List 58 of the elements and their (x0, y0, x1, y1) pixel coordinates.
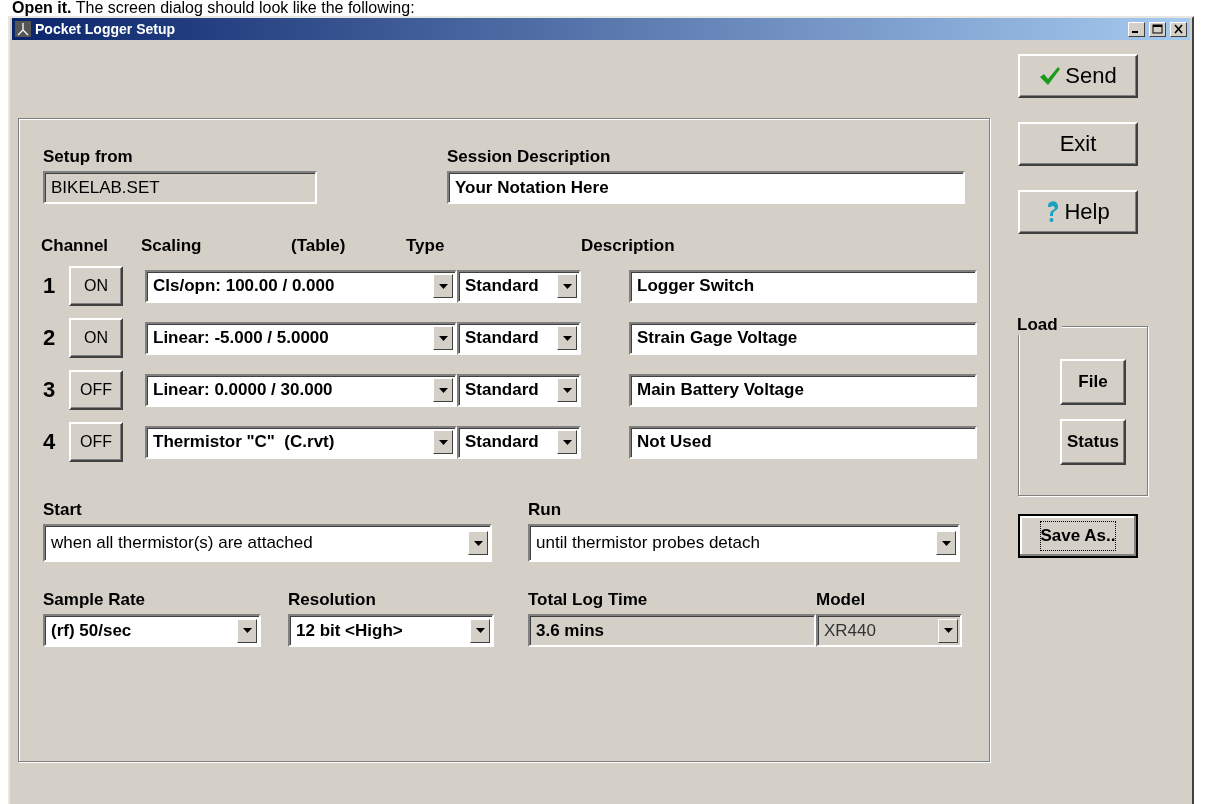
channel-toggle-button[interactable]: ON (69, 318, 123, 358)
group-label: Load (1017, 315, 1062, 335)
channel-description-field[interactable]: Strain Gage Voltage (629, 321, 977, 355)
channel-toggle-button[interactable]: ON (69, 266, 123, 306)
minimize-button[interactable] (1128, 21, 1145, 37)
app-icon (15, 21, 31, 37)
field-label: Total Log Time (528, 590, 649, 610)
field-label: Start (43, 500, 83, 520)
column-header: Scaling (141, 236, 203, 256)
field-label: Sample Rate (43, 590, 147, 610)
column-header: (Table) (291, 236, 347, 256)
setup-file-field: BIKELAB.SET (43, 171, 317, 204)
total-log-time-field: 3.6 mins (528, 614, 816, 647)
column-header: Channel (41, 236, 110, 256)
field-label: Setup from (43, 147, 134, 167)
load-button[interactable]: Status (1060, 419, 1126, 465)
channel-number: 1 (43, 273, 57, 299)
exit-button[interactable]: Exit (1018, 122, 1138, 166)
channel-description-field[interactable]: Not Used (629, 425, 977, 459)
close-button[interactable] (1170, 21, 1187, 37)
column-header: Type (406, 236, 446, 256)
load-button[interactable]: File (1060, 359, 1126, 405)
channel-number: 2 (43, 325, 57, 351)
field-label: Session Description (447, 147, 612, 167)
column-header: Description (581, 236, 676, 256)
dropdown[interactable]: Linear: 0.0000 / 30.000 (145, 373, 457, 407)
channel-number: 3 (43, 377, 57, 403)
session-description-field[interactable]: Your Notation Here (447, 171, 965, 204)
channel-description-field[interactable]: Main Battery Voltage (629, 373, 977, 407)
question-icon (1046, 201, 1061, 223)
dropdown[interactable]: until thermistor probes detach (528, 524, 960, 562)
field-label: Model (816, 590, 867, 610)
dropdown[interactable]: Standard (457, 321, 581, 355)
save-as-button[interactable]: Save As.. (1018, 514, 1138, 558)
dropdown[interactable]: when all thermistor(s) are attached (43, 524, 492, 562)
dropdown[interactable]: Cls/opn: 100.00 / 0.000 (145, 269, 457, 303)
dropdown[interactable]: Thermistor "C" (C.rvt) (145, 425, 457, 459)
dropdown[interactable]: (rf) 50/sec (43, 614, 261, 647)
field-label: Run (528, 500, 563, 520)
close-icon (1173, 24, 1184, 34)
window-title: Pocket Logger Setup (35, 21, 177, 37)
maximize-button[interactable] (1149, 21, 1166, 37)
dropdown[interactable]: 12 bit <High> (288, 614, 494, 647)
channel-description-field[interactable]: Logger Switch (629, 269, 977, 303)
instruction-text: Open it. The screen dialog should look like the following: (11, 0, 416, 16)
minimize-icon (1132, 31, 1138, 33)
send-button[interactable]: Send (1018, 54, 1138, 98)
help-button[interactable]: Help (1018, 190, 1138, 234)
dropdown[interactable]: Standard (457, 425, 581, 459)
dropdown[interactable]: Standard (457, 269, 581, 303)
maximize-icon (1152, 24, 1163, 34)
field-label: Resolution (288, 590, 377, 610)
channel-toggle-button[interactable]: OFF (69, 370, 123, 410)
checkmark-icon (1039, 66, 1062, 86)
dropdown[interactable]: Standard (457, 373, 581, 407)
channel-toggle-button[interactable]: OFF (69, 422, 123, 462)
dropdown[interactable]: Linear: -5.000 / 5.0000 (145, 321, 457, 355)
channel-number: 4 (43, 429, 57, 455)
